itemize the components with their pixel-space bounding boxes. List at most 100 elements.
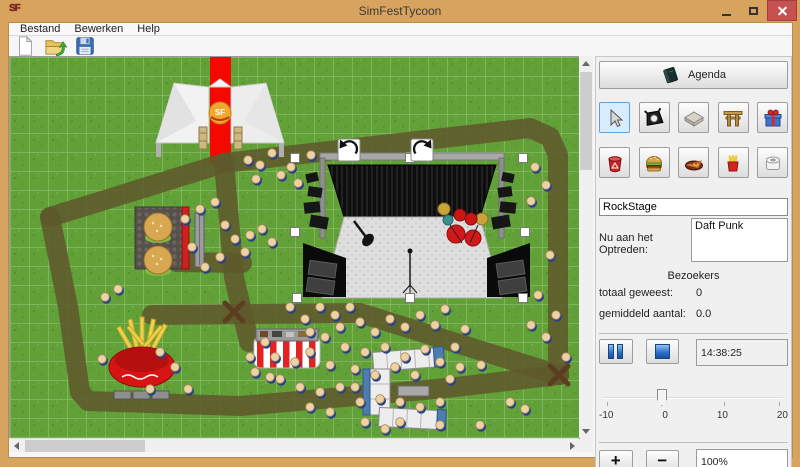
visitors-header: Bezoekers [599,270,788,282]
trash-icon [604,152,626,174]
tool-trash[interactable] [599,147,630,178]
selection-handle[interactable] [519,294,528,303]
toolbar [9,36,792,56]
tool-gate[interactable] [718,102,749,133]
arrow-up-icon [582,61,590,66]
vertical-scroll-thumb[interactable] [580,72,592,170]
slider-tick [607,402,608,406]
save-file-button[interactable] [73,36,97,56]
maximize-button[interactable] [740,0,767,21]
pizza-icon [683,152,705,174]
minimize-icon [722,14,731,16]
stop-button[interactable] [646,339,680,364]
selection-handle[interactable] [519,154,528,163]
menu-bar: Bestand Bewerken Help [9,23,792,36]
tool-toilet[interactable] [757,147,788,178]
slider-track[interactable] [604,397,783,399]
app-window: SF SimFestTycoon Bestand Bewerken Help [0,0,800,467]
horizontal-scroll-thumb[interactable] [25,440,145,452]
close-button[interactable] [767,0,797,21]
scroll-up-button[interactable] [580,56,592,70]
save-floppy-icon [74,35,96,57]
tool-select[interactable] [599,102,630,133]
rotate-left-button[interactable] [338,139,360,161]
maximize-icon [749,7,758,15]
speed-slider[interactable]: -10 0 10 20 [599,388,788,426]
performing-act[interactable]: Daft Punk [695,220,784,232]
selection-handle[interactable] [521,228,530,237]
bench[interactable] [195,213,204,267]
slider-tick [724,402,725,406]
open-file-button[interactable] [43,36,67,56]
hamburger-icon [643,152,665,174]
slider-label-max: 20 [777,410,788,421]
stop-icon [655,344,670,359]
gate-icon [722,107,744,129]
festival-map[interactable]: SF [10,57,580,439]
new-file-button[interactable] [13,36,37,56]
vertical-scrollbar[interactable] [579,56,593,438]
fries-icon [722,152,744,174]
slider-tick [779,402,780,406]
agenda-book-icon [661,65,681,85]
clock-display [696,339,788,366]
agenda-button[interactable]: Agenda [599,61,788,89]
horizontal-scrollbar[interactable] [9,438,579,452]
arrow-left-icon [14,442,19,450]
average-visitors-value: 0.0 [696,308,711,320]
slider-label-0: 0 [662,410,668,421]
tool-path[interactable] [678,102,709,133]
tool-fries[interactable] [718,147,749,178]
stage-curtain [328,165,496,217]
selection-handle[interactable] [293,294,302,303]
arrow-down-icon [582,429,590,434]
menu-bestand[interactable]: Bestand [13,23,67,35]
gift-icon [762,107,784,129]
zoom-level-field[interactable] [696,449,788,467]
total-visitors-label: totaal geweest: [599,287,696,299]
toilet-roll-icon [762,152,784,174]
tool-spotlight[interactable] [639,102,670,133]
tool-gift[interactable] [757,102,788,133]
section-divider [599,442,788,443]
menu-bewerken[interactable]: Bewerken [67,23,130,35]
scroll-right-button[interactable] [565,440,579,452]
picnic-benches[interactable] [114,391,169,399]
total-visitors-value: 0 [696,287,702,299]
stage-light-icon [643,107,665,129]
slider-label-min: -10 [599,410,613,421]
title-bar: SF SimFestTycoon [0,0,800,22]
tool-pizza[interactable] [678,147,709,178]
slider-label-10: 10 [717,410,728,421]
pause-icon [608,344,623,359]
selection-handle[interactable] [291,228,300,237]
zoom-out-button[interactable]: − [646,450,680,467]
minimize-button[interactable] [713,0,740,21]
agenda-button-label: Agenda [688,69,726,81]
window-title: SimFestTycoon [0,4,800,18]
cursor-icon [604,107,626,129]
pause-button[interactable] [599,339,633,364]
stage-name-input[interactable] [599,198,788,216]
tool-palette [599,102,788,178]
now-performing-list[interactable]: Daft Punk [691,218,788,262]
sidebar: Agenda [595,56,792,467]
section-divider [599,333,788,334]
scroll-down-button[interactable] [580,424,592,438]
menu-help[interactable]: Help [130,23,167,35]
scrollbar-corner [579,438,593,452]
scroll-left-button[interactable] [9,440,23,452]
now-performing-label: Nu aan het Optreden: [599,218,691,262]
rotate-right-button[interactable] [411,139,433,161]
open-folder-icon [44,35,67,58]
selection-handle[interactable] [291,154,300,163]
selection-handle[interactable] [406,294,415,303]
close-icon [777,5,788,16]
svg-text:SF: SF [215,108,225,117]
slider-thumb[interactable] [657,389,667,406]
window-controls [713,0,797,21]
zoom-in-button[interactable]: + [599,450,633,467]
stage-floor [322,217,502,298]
average-visitors-label: gemiddeld aantal: [599,308,696,320]
tool-burger[interactable] [639,147,670,178]
